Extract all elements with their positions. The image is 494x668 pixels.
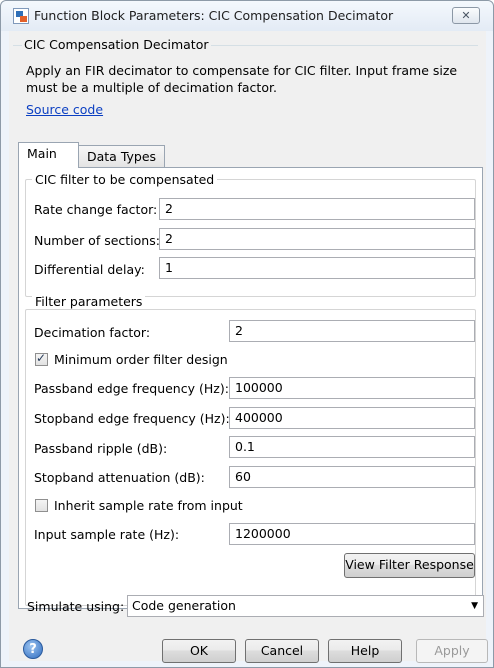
tab-data-types[interactable]: Data Types bbox=[78, 145, 165, 168]
help-icon[interactable]: ? bbox=[23, 639, 43, 659]
minimum-order-checkbox[interactable] bbox=[35, 351, 48, 366]
input-sample-rate-field[interactable]: 1200000 bbox=[229, 523, 475, 545]
stopband-edge-field[interactable]: 400000 bbox=[229, 407, 475, 429]
view-filter-response-button[interactable]: View Filter Response bbox=[344, 553, 475, 578]
passband-edge-label: Passband edge frequency (Hz): bbox=[34, 381, 229, 396]
title-bar[interactable]: Function Block Parameters: CIC Compensat… bbox=[1, 1, 493, 31]
inherit-sample-rate-checkbox[interactable] bbox=[35, 499, 48, 512]
differential-delay-field[interactable]: 1 bbox=[159, 257, 475, 279]
cic-group-title: CIC filter to be compensated bbox=[32, 172, 218, 187]
number-of-sections-field[interactable]: 2 bbox=[159, 228, 475, 250]
rate-change-factor-label: Rate change factor: bbox=[34, 202, 158, 217]
stopband-edge-label: Stopband edge frequency (Hz): bbox=[34, 411, 230, 426]
simulink-block-icon bbox=[13, 8, 29, 24]
close-button[interactable]: ✕ bbox=[452, 7, 480, 24]
window-title: Function Block Parameters: CIC Compensat… bbox=[34, 8, 394, 23]
stopband-attenuation-field[interactable]: 60 bbox=[229, 466, 475, 488]
passband-ripple-field[interactable]: 0.1 bbox=[229, 436, 475, 458]
input-sample-rate-label: Input sample rate (Hz): bbox=[34, 527, 180, 542]
decimation-factor-field[interactable]: 2 bbox=[229, 320, 475, 342]
block-description: Apply an FIR decimator to compensate for… bbox=[26, 63, 458, 95]
tab-panel-main: CIC filter to be compensated Rate change… bbox=[18, 167, 483, 609]
cancel-button[interactable]: Cancel bbox=[245, 639, 319, 663]
dropdown-arrow-icon: ▼ bbox=[471, 601, 478, 611]
filter-group-title: Filter parameters bbox=[32, 294, 146, 309]
rate-change-factor-field[interactable]: 2 bbox=[159, 198, 475, 220]
dialog-window: Function Block Parameters: CIC Compensat… bbox=[0, 0, 494, 668]
inherit-sample-rate-label: Inherit sample rate from input bbox=[54, 498, 243, 513]
stopband-attenuation-label: Stopband attenuation (dB): bbox=[34, 470, 205, 485]
minimum-order-label: Minimum order filter design bbox=[54, 352, 228, 367]
differential-delay-label: Differential delay: bbox=[34, 262, 145, 277]
passband-ripple-label: Passband ripple (dB): bbox=[34, 441, 168, 456]
source-code-link[interactable]: Source code bbox=[26, 102, 103, 117]
passband-edge-field[interactable]: 100000 bbox=[229, 377, 475, 399]
ok-button[interactable]: OK bbox=[162, 639, 236, 663]
apply-button[interactable]: Apply bbox=[416, 639, 488, 663]
simulate-using-select[interactable]: Code generation ▼ bbox=[127, 595, 484, 617]
help-button[interactable]: Help bbox=[328, 639, 402, 663]
simulate-using-label: Simulate using: bbox=[27, 599, 125, 614]
tab-main[interactable]: Main bbox=[18, 142, 79, 168]
simulate-using-value: Code generation bbox=[132, 598, 236, 613]
decimation-factor-label: Decimation factor: bbox=[34, 325, 151, 340]
block-name: CIC Compensation Decimator bbox=[22, 37, 211, 52]
number-of-sections-label: Number of sections: bbox=[34, 233, 160, 248]
